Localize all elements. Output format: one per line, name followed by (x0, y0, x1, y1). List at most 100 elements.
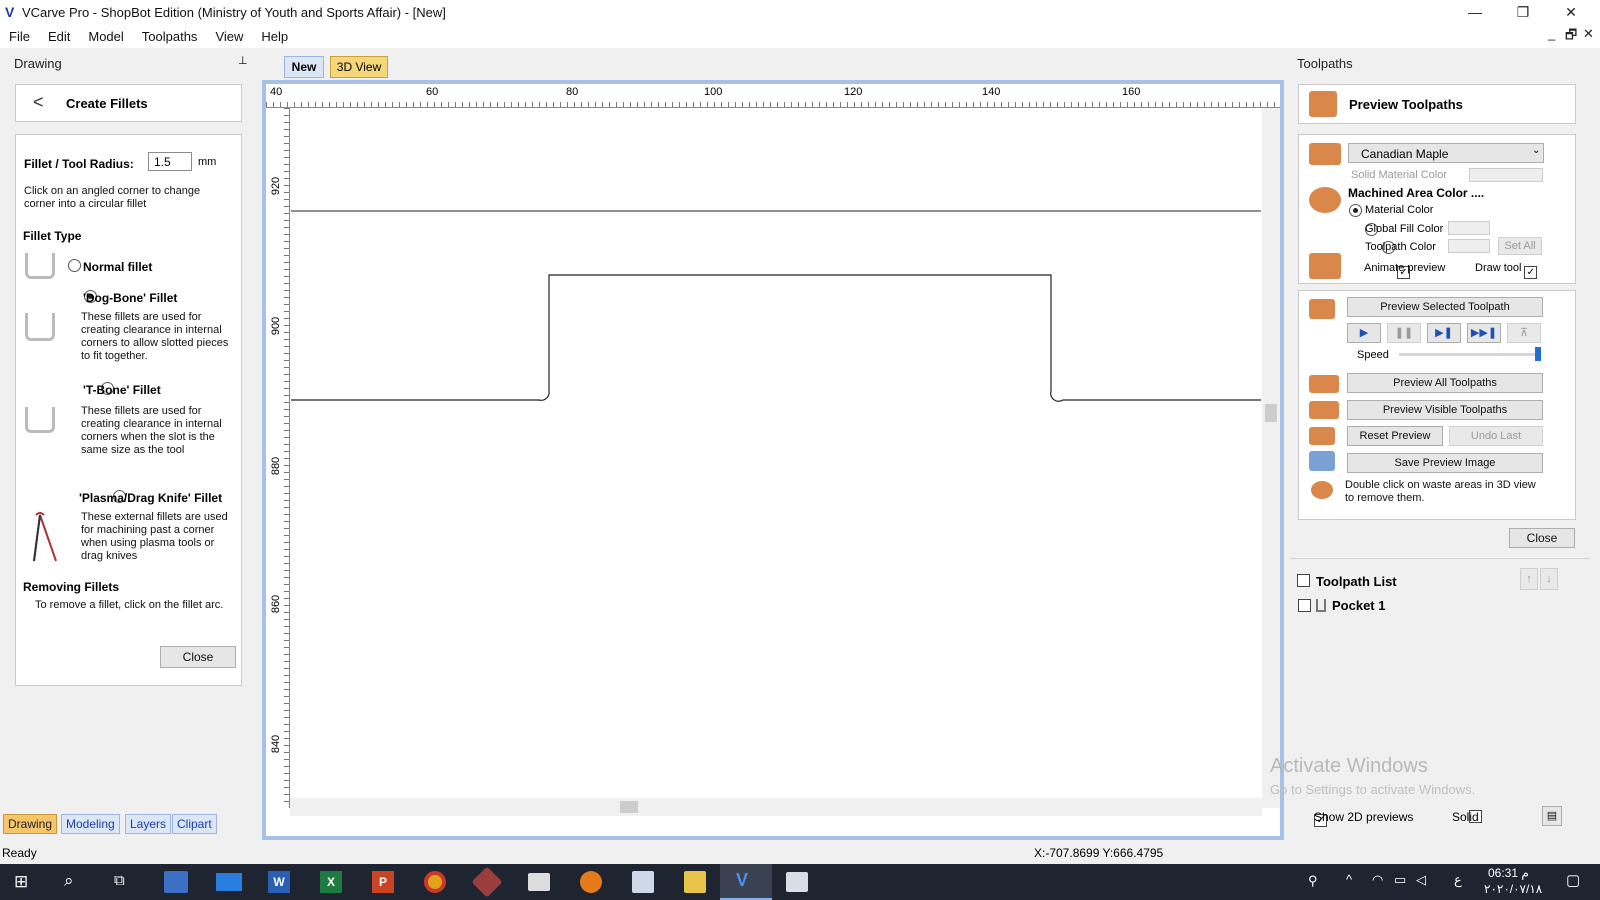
powerpoint-icon[interactable]: P (372, 871, 394, 893)
play-button[interactable]: ▶ (1347, 323, 1381, 343)
search-icon[interactable]: ⌕ (64, 871, 74, 891)
toolpath-list-checkbox[interactable] (1297, 574, 1310, 587)
maximize-button[interactable]: ❐ (1500, 0, 1546, 24)
drawing-panel: Drawing ⊥ < Create Fillets Fillet / Tool… (0, 50, 258, 840)
menu-help[interactable]: Help (252, 24, 297, 48)
save-preview-image-button[interactable]: Save Preview Image (1347, 453, 1543, 473)
close-toolpaths-button[interactable]: Close (1509, 528, 1575, 548)
stop-button[interactable]: ⊼ (1507, 323, 1541, 343)
global-fill-color-picker[interactable] (1448, 221, 1490, 235)
clock-time[interactable]: 06:31 م (1488, 866, 1529, 880)
back-arrow-icon[interactable]: < (33, 92, 44, 113)
normal-fillet-radio[interactable] (68, 259, 81, 272)
normal-fillet-label[interactable]: Normal fillet (83, 260, 152, 274)
app-icon[interactable] (632, 871, 654, 893)
preview-visible-button[interactable]: Preview Visible Toolpaths (1347, 400, 1543, 420)
menu-file[interactable]: File (0, 24, 39, 48)
move-down-button[interactable]: ↓ (1540, 568, 1558, 590)
chevron-up-icon[interactable]: ^ (1346, 872, 1352, 887)
volume-icon[interactable]: ◁ (1416, 872, 1426, 888)
global-fill-label[interactable]: Global Fill Color (1365, 223, 1443, 235)
tab-layers[interactable]: Layers (125, 814, 172, 834)
fast-forward-button[interactable]: ▶▶❚ (1467, 323, 1501, 343)
tbone-fillet-label[interactable]: 'T-Bone' Fillet (83, 383, 161, 397)
preview-selected-button[interactable]: Preview Selected Toolpath (1347, 297, 1543, 317)
start-windows-icon[interactable]: ⊞ (14, 872, 28, 892)
radius-input[interactable] (148, 152, 192, 171)
toolpath-name[interactable]: Pocket 1 (1332, 598, 1385, 613)
language-indicator[interactable]: ع (1454, 872, 1462, 888)
close-window-button[interactable]: ✕ (1548, 0, 1594, 24)
clock-date[interactable]: ٢٠٢٠/٠٧/١٨ (1484, 882, 1542, 896)
store-icon[interactable] (164, 871, 188, 893)
menu-view[interactable]: View (206, 24, 252, 48)
word-icon[interactable]: W (268, 871, 290, 893)
move-up-button[interactable]: ↑ (1520, 568, 1538, 590)
radius-unit: mm (198, 156, 217, 168)
preview-all-button[interactable]: Preview All Toolpaths (1347, 373, 1543, 393)
people-icon[interactable]: ⚲ (1308, 873, 1318, 889)
mdi-restore-button[interactable]: 🗗 (1565, 26, 1577, 48)
app-icon[interactable] (528, 873, 550, 891)
horizontal-scroll-thumb[interactable] (620, 801, 638, 813)
battery-icon[interactable]: ▭ (1394, 872, 1406, 888)
notifications-icon[interactable]: ▢ (1566, 871, 1580, 889)
excel-icon[interactable]: X (320, 871, 342, 893)
task-view-icon[interactable]: ⧉ (114, 872, 125, 889)
vertical-scrollbar[interactable] (1262, 108, 1280, 808)
app-icon[interactable] (471, 866, 503, 898)
ruler-label: 80 (566, 86, 579, 98)
mail-icon[interactable] (216, 873, 242, 891)
undo-last-button[interactable]: Undo Last (1449, 426, 1543, 446)
blender-icon[interactable] (580, 871, 602, 893)
menu-toolpaths[interactable]: Toolpaths (133, 24, 207, 48)
vertical-scroll-thumb[interactable] (1265, 404, 1277, 422)
doc-tab-3d-view[interactable]: 3D View (330, 56, 388, 78)
speed-slider-thumb[interactable] (1535, 347, 1541, 361)
draw-tool-label[interactable]: Draw tool (1475, 262, 1521, 274)
mdi-minimize-button[interactable]: _ (1548, 26, 1555, 41)
reset-preview-button[interactable]: Reset Preview (1347, 426, 1443, 446)
doc-tab-new[interactable]: New (284, 56, 324, 78)
pin-icon[interactable]: ⊥ (238, 54, 248, 67)
material-icon (1309, 143, 1341, 165)
close-button[interactable]: Close (160, 646, 236, 668)
step-forward-button[interactable]: ▶❚ (1427, 323, 1461, 343)
app-icon[interactable] (786, 872, 808, 892)
dogbone-fillet-label[interactable]: 'Dog-Bone' Fillet (83, 291, 177, 305)
clipboard-icon[interactable]: ▤ (1542, 806, 1562, 826)
show-2d-previews-label[interactable]: Show 2D previews (1314, 810, 1413, 824)
solid-material-color-picker[interactable] (1469, 168, 1543, 182)
plasma-fillet-label[interactable]: 'Plasma/Drag Knife' Fillet (79, 491, 222, 505)
menu-edit[interactable]: Edit (39, 24, 79, 48)
horizontal-scrollbar[interactable] (290, 798, 1262, 816)
menu-model[interactable]: Model (79, 24, 132, 48)
set-all-button[interactable]: Set All (1498, 237, 1542, 255)
status-text: Ready (2, 846, 37, 860)
drawing-canvas[interactable] (291, 109, 1261, 809)
solid-label[interactable]: Solid (1452, 810, 1479, 824)
app-icon[interactable] (684, 871, 706, 893)
toolpath-color-label[interactable]: Toolpath Color (1365, 241, 1436, 253)
draw-tool-checkbox[interactable]: ✓ (1524, 266, 1538, 279)
mdi-close-button[interactable]: ✕ (1583, 26, 1594, 42)
pocket-1-checkbox[interactable] (1298, 599, 1311, 612)
wifi-icon[interactable]: ◠ (1372, 872, 1383, 888)
toolpath-color-picker[interactable] (1448, 239, 1490, 253)
ruler-label: 100 (704, 86, 723, 98)
vcarve-taskbar-button[interactable]: V (720, 864, 772, 900)
material-select[interactable]: Canadian Maple (1348, 143, 1544, 163)
animate-preview-label[interactable]: Animate preview (1364, 262, 1445, 274)
status-bar: Ready X:-707.8699 Y:666.4795 (0, 844, 1600, 864)
tab-modeling[interactable]: Modeling (61, 814, 120, 834)
pause-button[interactable]: ❚❚ (1387, 323, 1421, 343)
minimize-button[interactable]: — (1452, 0, 1498, 24)
material-color-radio[interactable] (1349, 204, 1362, 217)
tab-clipart[interactable]: Clipart (172, 814, 217, 834)
list-item[interactable]: Pocket 1 (1290, 594, 1590, 614)
tab-drawing[interactable]: Drawing (3, 814, 58, 834)
material-color-label[interactable]: Material Color (1365, 204, 1433, 216)
speed-slider[interactable] (1399, 353, 1539, 356)
vector-slot-shape[interactable] (291, 274, 1261, 402)
chrome-icon[interactable] (424, 871, 446, 893)
